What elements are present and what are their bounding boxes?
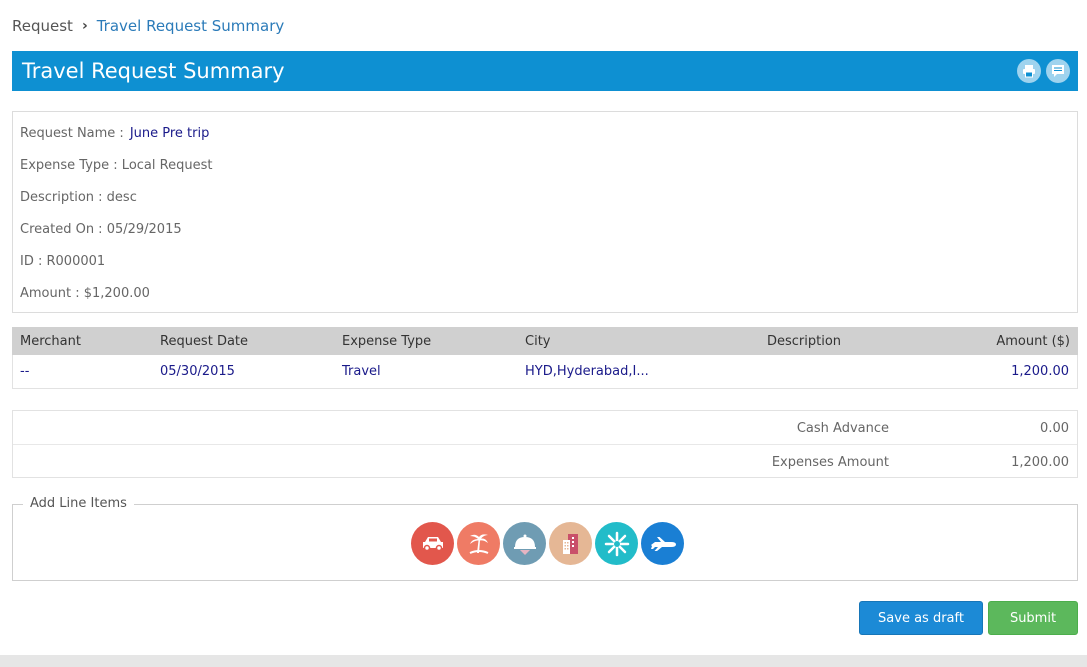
expense-type-row: Expense Type : Local Request xyxy=(20,158,213,173)
request-summary-panel: Request Name : June Pre trip Expense Type… xyxy=(12,111,1078,313)
table-row[interactable]: -- 05/30/2015 Travel HYD,Hyderabad,I... … xyxy=(12,355,1078,389)
save-as-draft-button[interactable]: Save as draft xyxy=(859,601,983,635)
breadcrumb-current[interactable]: Travel Request Summary xyxy=(97,17,285,35)
flight-icon[interactable] xyxy=(641,522,684,565)
header-actions xyxy=(1017,59,1070,83)
expenses-amount-label: Expenses Amount xyxy=(771,455,889,470)
cash-advance-value: 0.00 xyxy=(1040,421,1069,436)
cell-expense-type: Travel xyxy=(342,364,381,379)
meal-icon[interactable] xyxy=(503,522,546,565)
breadcrumb-root-link[interactable]: Request xyxy=(12,17,73,35)
totals-panel: Cash Advance 0.00 Expenses Amount 1,200.… xyxy=(12,410,1078,478)
line-item-icons xyxy=(411,522,684,565)
cash-advance-label: Cash Advance xyxy=(796,421,889,436)
expenses-amount-value: 1,200.00 xyxy=(1011,455,1069,470)
footer-strip xyxy=(0,655,1087,667)
submit-button[interactable]: Submit xyxy=(988,601,1078,635)
hotel-icon[interactable] xyxy=(549,522,592,565)
header-amount: Amount ($) xyxy=(996,333,1070,349)
misc-icon[interactable] xyxy=(595,522,638,565)
breadcrumb: Request › Travel Request Summary xyxy=(12,16,284,36)
add-line-items-legend: Add Line Items xyxy=(23,496,134,511)
cell-amount: 1,200.00 xyxy=(1011,364,1069,379)
cash-advance-row: Cash Advance 0.00 xyxy=(13,411,1077,445)
header-description: Description xyxy=(767,333,842,349)
request-name-label: Request Name : xyxy=(20,126,124,141)
car-icon[interactable] xyxy=(411,522,454,565)
comment-icon[interactable] xyxy=(1046,59,1070,83)
add-line-items-group: Add Line Items xyxy=(12,496,1078,581)
print-icon[interactable] xyxy=(1017,59,1041,83)
header-merchant: Merchant xyxy=(20,333,81,349)
created-on-row: Created On : 05/29/2015 xyxy=(20,222,182,237)
amount-row: Amount : $1,200.00 xyxy=(20,286,150,301)
header-request-date: Request Date xyxy=(160,333,249,349)
chevron-right-icon: › xyxy=(81,18,88,34)
cell-city: HYD,Hyderabad,I... xyxy=(525,364,649,379)
id-row: ID : R000001 xyxy=(20,254,106,269)
beach-icon[interactable] xyxy=(457,522,500,565)
request-name-row: Request Name : June Pre trip xyxy=(20,125,1077,157)
table-header: Merchant Request Date Expense Type City … xyxy=(12,327,1078,355)
page-title: Travel Request Summary xyxy=(22,59,285,83)
page-header: Travel Request Summary xyxy=(12,51,1078,91)
cell-merchant: -- xyxy=(20,364,30,379)
cell-request-date: 05/30/2015 xyxy=(160,364,235,379)
request-name-value: June Pre trip xyxy=(129,126,210,141)
expense-table: Merchant Request Date Expense Type City … xyxy=(12,327,1078,389)
header-city: City xyxy=(525,333,551,349)
expenses-amount-row: Expenses Amount 1,200.00 xyxy=(13,445,1077,479)
header-expense-type: Expense Type xyxy=(342,333,432,349)
description-row: Description : desc xyxy=(20,190,137,205)
